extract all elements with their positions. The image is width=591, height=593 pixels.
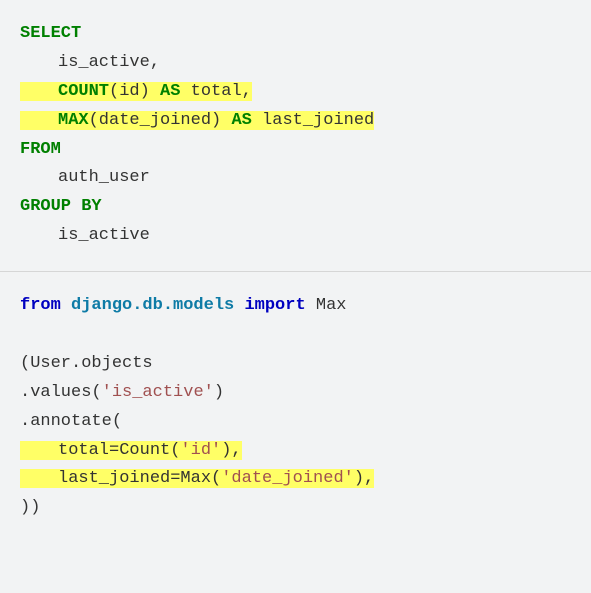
alias-total: total, [180, 82, 251, 101]
python-code: from django.db.models import Max (User.o… [20, 292, 581, 523]
kw-count: COUNT [58, 82, 109, 101]
annotate-call: .annotate( [20, 412, 122, 431]
values-call: .values( [20, 383, 102, 402]
last-joined-close: ), [354, 469, 374, 488]
close-1: ) [214, 383, 224, 402]
kw-as-1: AS [160, 82, 180, 101]
str-id: 'id' [180, 441, 221, 460]
total-count-close: ), [221, 441, 241, 460]
kw-from: from [20, 296, 61, 315]
sql-code: SELECT is_active, COUNT(id) AS total, MA… [20, 20, 581, 251]
kw-max: MAX [58, 111, 89, 130]
alias-last-joined: last_joined [252, 111, 374, 130]
kw-import: import [244, 296, 305, 315]
str-is-active: 'is_active' [102, 383, 214, 402]
user-objects: (User.objects [20, 354, 153, 373]
closing: )) [20, 498, 40, 517]
import-max: Max [316, 296, 347, 315]
total-count: total=Count( [58, 441, 180, 460]
str-date-joined: 'date_joined' [221, 469, 354, 488]
python-block: from django.db.models import Max (User.o… [0, 272, 591, 543]
kw-as-2: AS [231, 111, 251, 130]
max-args: (date_joined) [89, 111, 232, 130]
sql-block: SELECT is_active, COUNT(id) AS total, MA… [0, 0, 591, 271]
module: django.db.models [71, 296, 234, 315]
col-is-active: is_active, [58, 53, 160, 72]
count-args: (id) [109, 82, 160, 101]
kw-from: FROM [20, 140, 61, 159]
last-joined: last_joined=Max( [58, 469, 221, 488]
kw-select: SELECT [20, 24, 81, 43]
kw-group-by: GROUP BY [20, 197, 102, 216]
col-is-active-2: is_active [58, 226, 150, 245]
table-auth-user: auth_user [58, 168, 150, 187]
